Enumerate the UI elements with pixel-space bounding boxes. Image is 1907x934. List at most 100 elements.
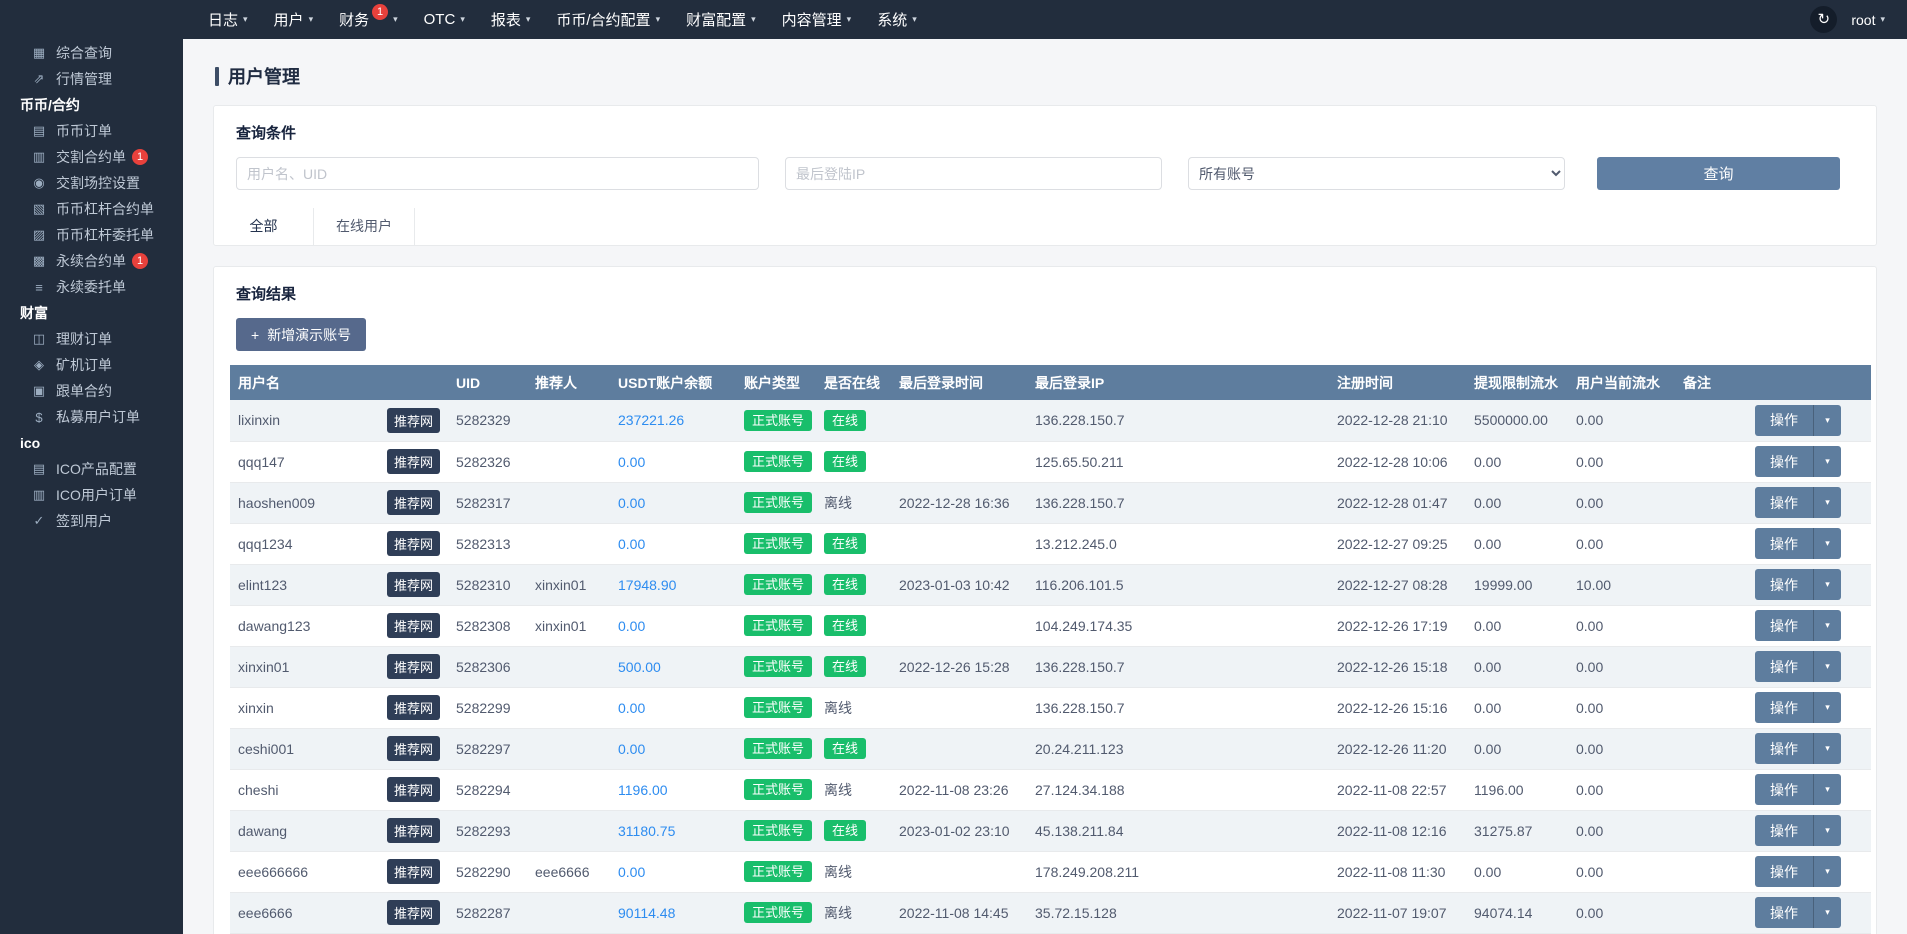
current-flow-cell: 0.00 <box>1568 769 1675 810</box>
action-button[interactable]: 操作 <box>1755 569 1813 600</box>
action-dropdown-toggle[interactable]: ▾ <box>1813 610 1841 641</box>
action-button[interactable]: 操作 <box>1755 446 1813 477</box>
reload-icon: ↻ <box>1818 11 1831 28</box>
usdt-balance-link[interactable]: 0.00 <box>618 536 645 552</box>
ico-order-icon: ▥ <box>30 487 48 503</box>
action-button[interactable]: 操作 <box>1755 651 1813 682</box>
referrer-cell <box>527 687 610 728</box>
sidebar-item-private-fund-orders[interactable]: $私募用户订单 <box>0 404 183 430</box>
action-dropdown-toggle[interactable]: ▾ <box>1813 487 1841 518</box>
sidebar-section-ico: ico <box>0 430 183 456</box>
usdt-balance-link[interactable]: 17948.90 <box>618 577 676 593</box>
sidebar-item-label: 签到用户 <box>56 511 112 531</box>
sidebar-item-ico-user-orders[interactable]: ▥ICO用户订单 <box>0 482 183 508</box>
action-button[interactable]: 操作 <box>1755 692 1813 723</box>
account-type-select[interactable]: 所有账号 <box>1188 157 1565 190</box>
sidebar-item-ico-product-config[interactable]: ▤ICO产品配置 <box>0 456 183 482</box>
nav-item-label: 日志 <box>208 9 238 30</box>
action-dropdown-toggle[interactable]: ▾ <box>1813 692 1841 723</box>
query-card: 查询条件 所有账号 查询 全部在线用户 <box>213 105 1877 246</box>
action-button[interactable]: 操作 <box>1755 815 1813 846</box>
usdt-balance-link[interactable]: 0.00 <box>618 495 645 511</box>
sidebar-item-overview-query[interactable]: ▦综合查询 <box>0 40 183 66</box>
sidebar-item-perpetual-entrust-orders[interactable]: ≡永续委托单 <box>0 274 183 300</box>
last-login-time-cell <box>891 728 1027 769</box>
sidebar-item-leverage-entrust-orders[interactable]: ▨币币杠杆委托单 <box>0 222 183 248</box>
action-dropdown-toggle[interactable]: ▾ <box>1813 405 1841 436</box>
nav-item-report[interactable]: 报表▾ <box>478 0 544 39</box>
nav-item-system[interactable]: 系统▾ <box>864 0 930 39</box>
nav-item-coin-contract-config[interactable]: 币币/合约配置▾ <box>543 0 673 39</box>
username-cell: eee666666推荐网 <box>230 851 448 892</box>
action-button[interactable]: 操作 <box>1755 528 1813 559</box>
usdt-balance-link[interactable]: 500.00 <box>618 659 661 675</box>
usdt-balance-link[interactable]: 0.00 <box>618 618 645 634</box>
nav-item-content-mgmt[interactable]: 内容管理▾ <box>769 0 865 39</box>
nav-item-otc[interactable]: OTC▾ <box>411 0 478 39</box>
usdt-balance-link[interactable]: 1196.00 <box>618 782 668 798</box>
nav-item-user[interactable]: 用户▾ <box>261 0 327 39</box>
action-dropdown-toggle[interactable]: ▾ <box>1813 528 1841 559</box>
tab-online[interactable]: 在线用户 <box>314 208 415 245</box>
sidebar-item-label: 永续合约单 <box>56 251 126 271</box>
column-header-2: 推荐人 <box>527 365 610 400</box>
withdraw-flow-cell: 0.00 <box>1466 482 1568 523</box>
sidebar-item-market-mgmt[interactable]: ⇗行情管理 <box>0 66 183 92</box>
search-button[interactable]: 查询 <box>1597 157 1840 190</box>
action-button[interactable]: 操作 <box>1755 610 1813 641</box>
action-button[interactable]: 操作 <box>1755 733 1813 764</box>
action-dropdown-toggle[interactable]: ▾ <box>1813 733 1841 764</box>
account-type-badge: 正式账号 <box>744 861 812 882</box>
sidebar-item-spot-orders[interactable]: ▤币币订单 <box>0 118 183 144</box>
action-dropdown-toggle[interactable]: ▾ <box>1813 897 1841 928</box>
reload-button[interactable]: ↻ <box>1810 6 1837 33</box>
sidebar-item-label: 理财订单 <box>56 329 112 349</box>
action-button[interactable]: 操作 <box>1755 897 1813 928</box>
usdt-balance-link[interactable]: 0.00 <box>618 864 645 880</box>
sidebar-item-leverage-contract-orders[interactable]: ▧币币杠杆合约单 <box>0 196 183 222</box>
usdt-balance-link[interactable]: 237221.26 <box>618 412 684 428</box>
sidebar-item-checkin-users[interactable]: ✓签到用户 <box>0 508 183 534</box>
action-button[interactable]: 操作 <box>1755 856 1813 887</box>
username-wrap: elint123推荐网 <box>238 572 440 597</box>
sidebar-item-copy-trade-contract[interactable]: ▣跟单合约 <box>0 378 183 404</box>
last-login-ip-input[interactable] <box>785 157 1162 190</box>
usdt-balance-link[interactable]: 0.00 <box>618 700 645 716</box>
sidebar-item-finance-orders[interactable]: ◫理财订单 <box>0 326 183 352</box>
action-dropdown-toggle[interactable]: ▾ <box>1813 446 1841 477</box>
user-menu[interactable]: root ▾ <box>1851 12 1885 28</box>
action-dropdown-toggle[interactable]: ▾ <box>1813 815 1841 846</box>
usdt-balance-link[interactable]: 0.00 <box>618 454 645 470</box>
last-login-time-cell: 2022-11-08 14:45 <box>891 892 1027 933</box>
copy-trade-icon: ▣ <box>30 383 48 399</box>
action-dropdown-toggle[interactable]: ▾ <box>1813 856 1841 887</box>
username-uid-input[interactable] <box>236 157 759 190</box>
nav-item-wealth-config[interactable]: 财富配置▾ <box>673 0 769 39</box>
usdt-balance-link[interactable]: 31180.75 <box>618 823 675 839</box>
register-time-cell: 2022-12-26 11:20 <box>1329 728 1466 769</box>
sidebar-item-delivery-control-settings[interactable]: ◉交割场控设置 <box>0 170 183 196</box>
usdt-balance-link[interactable]: 0.00 <box>618 741 645 757</box>
account-type-badge: 正式账号 <box>744 410 812 431</box>
action-cell: 操作▾ <box>1725 769 1871 810</box>
add-demo-account-button[interactable]: + 新增演示账号 <box>236 318 366 351</box>
action-dropdown-toggle[interactable]: ▾ <box>1813 569 1841 600</box>
note-cell <box>1675 687 1725 728</box>
usdt-balance-link[interactable]: 90114.48 <box>618 905 675 921</box>
action-button[interactable]: 操作 <box>1755 774 1813 805</box>
action-dropdown-toggle[interactable]: ▾ <box>1813 651 1841 682</box>
action-button[interactable]: 操作 <box>1755 405 1813 436</box>
nav-item-finance[interactable]: 财务1▾ <box>326 0 411 39</box>
sidebar-item-miner-orders[interactable]: ◈矿机订单 <box>0 352 183 378</box>
nav-item-log[interactable]: 日志▾ <box>195 0 261 39</box>
main-area: 日志▾用户▾财务1▾OTC▾报表▾币币/合约配置▾财富配置▾内容管理▾系统▾ ↻… <box>183 0 1907 934</box>
action-button[interactable]: 操作 <box>1755 487 1813 518</box>
sidebar-item-perpetual-contract-orders[interactable]: ▩永续合约单1 <box>0 248 183 274</box>
account-type-cell: 正式账号 <box>736 810 816 851</box>
username: xinxin01 <box>238 659 289 675</box>
note-cell <box>1675 892 1725 933</box>
register-time-cell: 2022-11-07 19:07 <box>1329 892 1466 933</box>
action-dropdown-toggle[interactable]: ▾ <box>1813 774 1841 805</box>
sidebar-item-delivery-contract-orders[interactable]: ▥交割合约单1 <box>0 144 183 170</box>
tab-all[interactable]: 全部 <box>214 208 314 245</box>
